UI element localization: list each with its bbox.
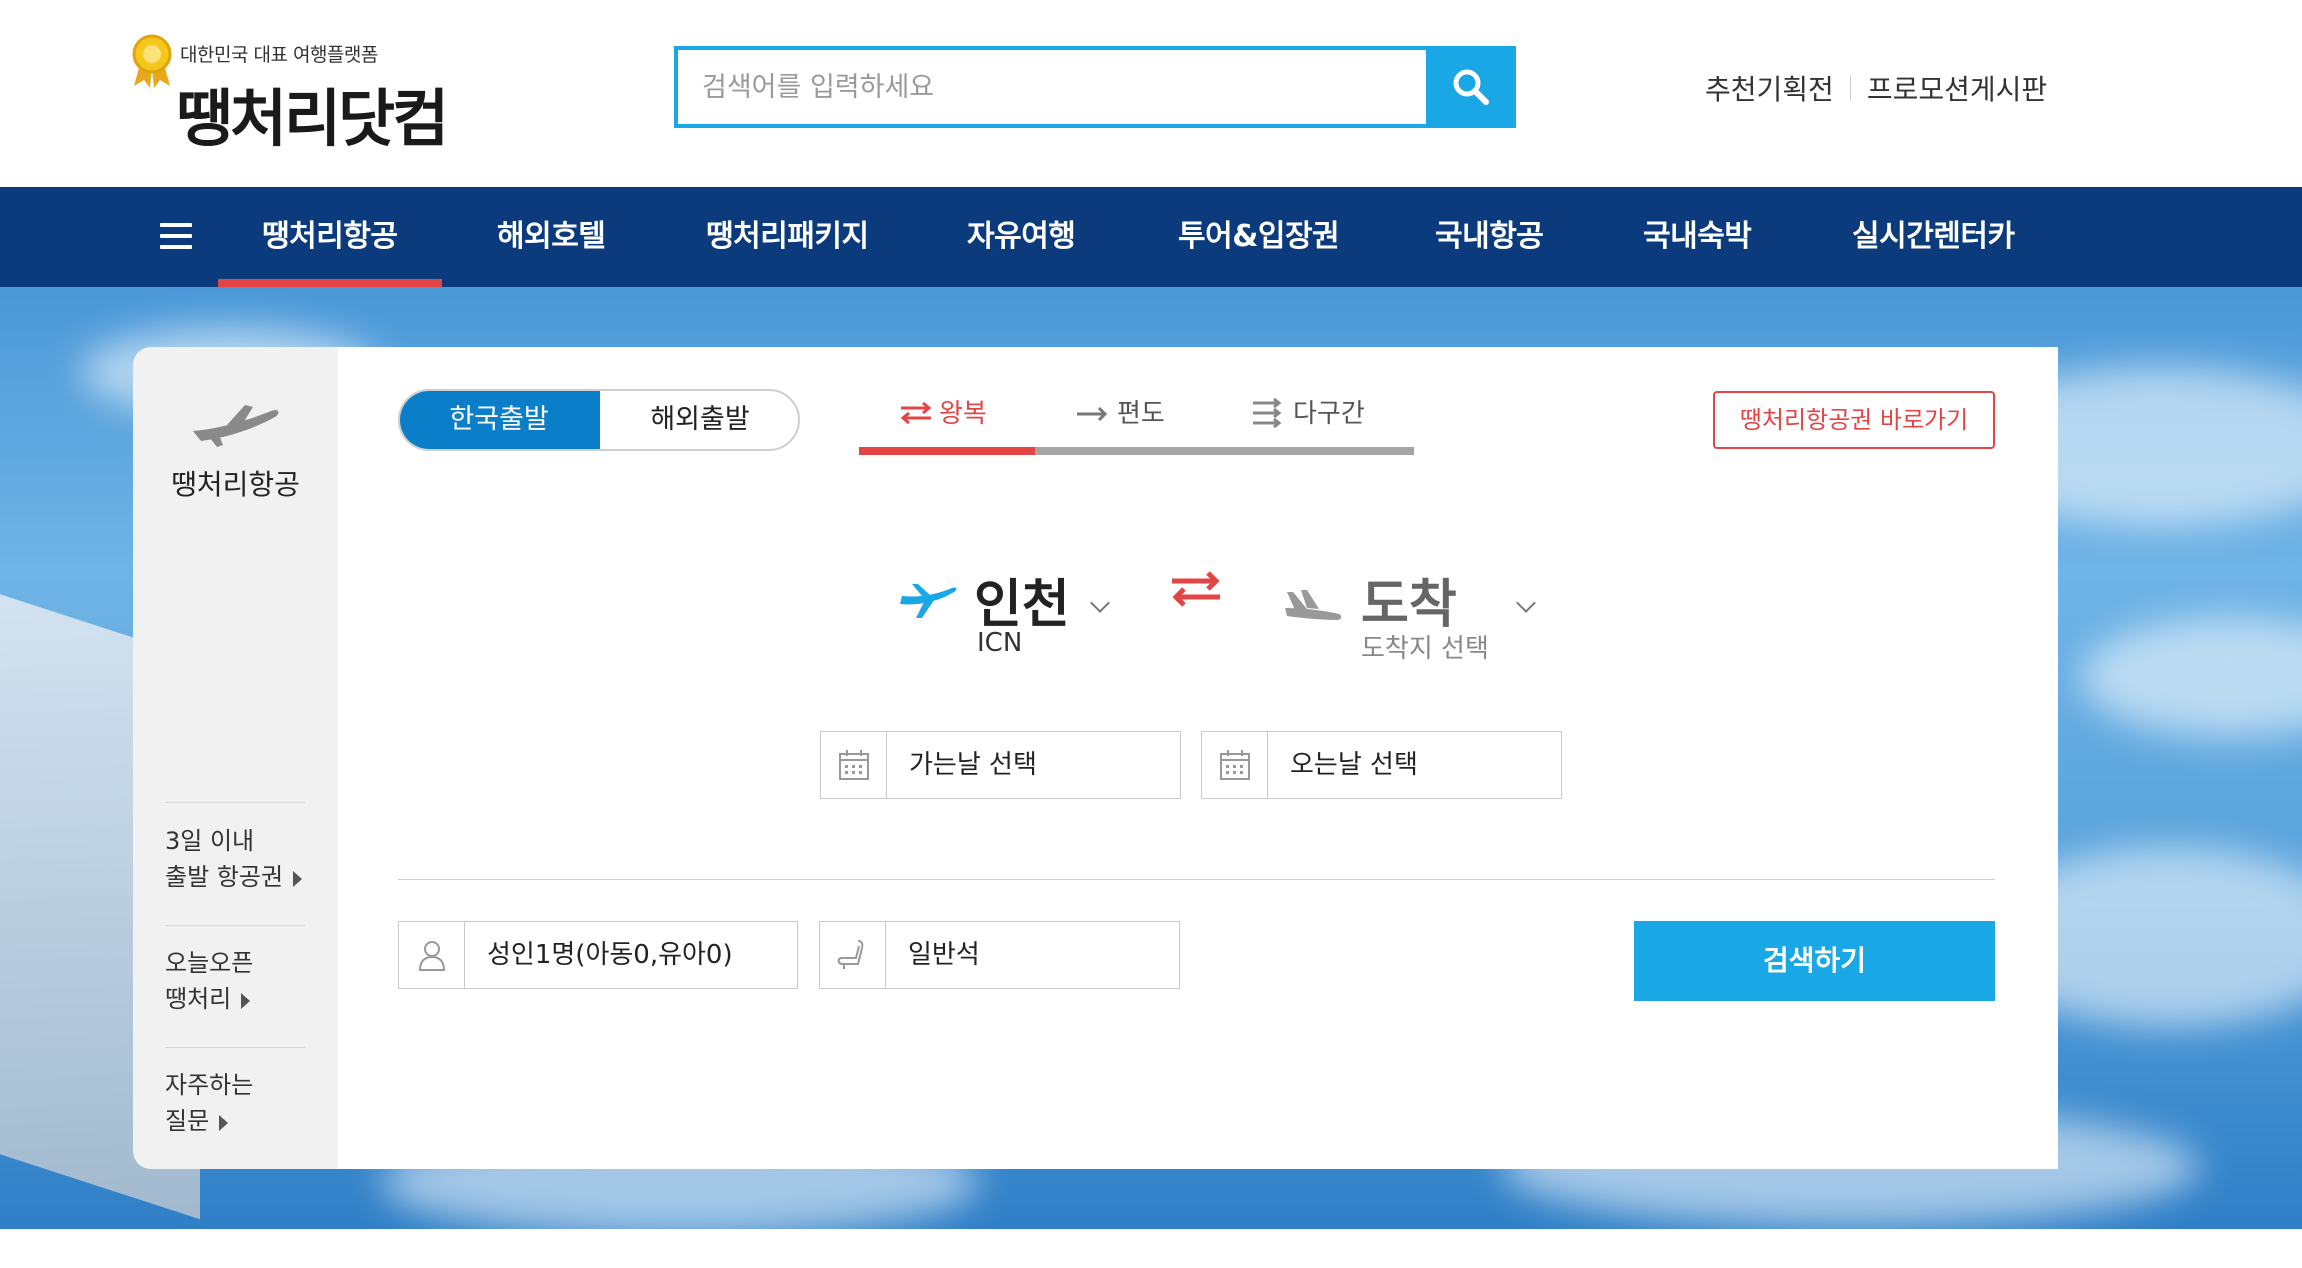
nav-item-domestic-stays[interactable]: 국내숙박 bbox=[1643, 187, 1752, 287]
tab-label: 다구간 bbox=[1293, 399, 1365, 429]
depart-date-field[interactable]: 가는날 선택 bbox=[820, 731, 1181, 799]
trip-type-tabs: 왕복 편도 다구간 bbox=[859, 389, 1414, 455]
tab-multi-city[interactable]: 다구간 bbox=[1251, 389, 1365, 439]
flight-search-card: 한국출발 해외출발 왕복 편도 다구간 땡처리항공권 바로가기 인천 ICN 도… bbox=[338, 347, 2058, 1169]
recommended-promotions-link[interactable]: 추천기획전 bbox=[1705, 68, 1834, 108]
side-link-label: 땡처리 bbox=[165, 985, 232, 1013]
arrival-hint: 도착지 선택 bbox=[1361, 634, 1489, 664]
chevron-down-icon bbox=[1090, 593, 1110, 613]
plane-icon bbox=[900, 584, 957, 618]
logo-brand: 땡처리닷컴 bbox=[176, 82, 449, 155]
side-link-faq[interactable]: 자주하는 질문 bbox=[165, 1067, 253, 1139]
form-divider bbox=[398, 879, 1995, 880]
departure-city: 인천 bbox=[974, 575, 1070, 635]
return-date-text: 오는날 선택 bbox=[1290, 750, 1418, 780]
util-divider bbox=[1849, 75, 1851, 101]
nav-item-domestic-flights[interactable]: 국내항공 bbox=[1435, 187, 1544, 287]
departure-selector[interactable]: 인천 ICN bbox=[898, 562, 1118, 672]
passenger-text: 성인1명(아동0,유아0) bbox=[487, 940, 733, 970]
side-divider bbox=[165, 925, 305, 926]
nav-item-free-travel[interactable]: 자유여행 bbox=[967, 187, 1076, 287]
origin-toggle: 한국출발 해외출발 bbox=[398, 389, 800, 451]
nav-item-tours[interactable]: 투어&입장권 bbox=[1178, 187, 1340, 287]
page-bottom bbox=[0, 1229, 2302, 1268]
plane-icon bbox=[1285, 590, 1342, 620]
util-links: 추천기획전 프로모션게시판 bbox=[1705, 68, 2047, 108]
main-nav: 땡처리항공 해외호텔 땡처리패키지 자유여행 투어&입장권 국내항공 국내숙박 … bbox=[0, 187, 2302, 287]
side-link-label: 오늘오픈 bbox=[165, 949, 254, 977]
menu-icon[interactable] bbox=[160, 223, 192, 249]
side-link-label: 3일 이내 bbox=[165, 827, 255, 855]
promotion-board-link[interactable]: 프로모션게시판 bbox=[1867, 68, 2047, 108]
seat-icon bbox=[820, 922, 886, 988]
swap-icon[interactable] bbox=[1168, 569, 1224, 609]
site-logo[interactable]: 대한민국 대표 여행플랫폼 땡처리닷컴 bbox=[130, 28, 460, 155]
side-link-label: 질문 bbox=[165, 1107, 210, 1135]
trip-tab-underline bbox=[859, 447, 1414, 455]
nav-item-flights[interactable]: 땡처리항공 bbox=[218, 187, 441, 287]
caret-right-icon bbox=[241, 993, 251, 1009]
flight-shortcut-button[interactable]: 땡처리항공권 바로가기 bbox=[1713, 391, 1995, 449]
cabin-class-text: 일반석 bbox=[908, 940, 980, 970]
departure-code: ICN bbox=[977, 628, 1023, 658]
tab-label: 왕복 bbox=[939, 399, 987, 429]
depart-date-text: 가는날 선택 bbox=[909, 750, 1037, 780]
side-link-3day-flights[interactable]: 3일 이내 출발 항공권 bbox=[165, 823, 303, 895]
passenger-field[interactable]: 성인1명(아동0,유아0) bbox=[398, 921, 798, 989]
nav-item-rental-car[interactable]: 실시간렌터카 bbox=[1852, 187, 2015, 287]
tab-one-way[interactable]: 편도 bbox=[1075, 389, 1165, 439]
multi-city-icon bbox=[1253, 397, 1282, 429]
toggle-overseas-departure[interactable]: 해외출발 bbox=[600, 391, 798, 449]
calendar-icon bbox=[821, 732, 887, 798]
arrow-right-icon bbox=[1077, 406, 1108, 422]
plane-icon bbox=[193, 405, 279, 447]
side-link-label: 자주하는 bbox=[165, 1071, 254, 1099]
search-flights-button[interactable]: 검색하기 bbox=[1634, 921, 1995, 1001]
arrival-selector[interactable]: 도착 도착지 선택 bbox=[1281, 562, 1541, 672]
medal-icon bbox=[132, 34, 172, 88]
search-bar bbox=[674, 46, 1516, 128]
swap-icon bbox=[900, 401, 932, 425]
toggle-korea-departure[interactable]: 한국출발 bbox=[400, 391, 600, 449]
side-divider bbox=[165, 1047, 305, 1048]
arrival-city: 도착 bbox=[1361, 575, 1457, 635]
logo-tagline: 대한민국 대표 여행플랫폼 bbox=[180, 44, 378, 66]
search-button[interactable] bbox=[1426, 46, 1516, 128]
cabin-class-field[interactable]: 일반석 bbox=[819, 921, 1180, 989]
caret-right-icon bbox=[219, 1115, 229, 1131]
return-date-field[interactable]: 오는날 선택 bbox=[1201, 731, 1562, 799]
caret-right-icon bbox=[293, 871, 303, 887]
trip-tab-active-indicator bbox=[859, 447, 1035, 455]
nav-item-packages[interactable]: 땡처리패키지 bbox=[706, 187, 869, 287]
side-link-label: 출발 항공권 bbox=[165, 863, 284, 891]
tab-round-trip[interactable]: 왕복 bbox=[899, 389, 987, 439]
tab-label: 편도 bbox=[1117, 399, 1165, 429]
side-divider bbox=[165, 802, 305, 803]
chevron-down-icon bbox=[1516, 593, 1536, 613]
nav-item-hotels[interactable]: 해외호텔 bbox=[497, 187, 606, 287]
person-icon bbox=[399, 922, 465, 988]
calendar-icon bbox=[1202, 732, 1268, 798]
side-link-today-open[interactable]: 오늘오픈 땡처리 bbox=[165, 945, 253, 1017]
search-icon bbox=[1453, 69, 1489, 105]
search-input[interactable] bbox=[678, 50, 1428, 124]
site-header: 대한민국 대표 여행플랫폼 땡처리닷컴 추천기획전 프로모션게시판 bbox=[0, 0, 2302, 187]
side-panel: 땡처리항공 3일 이내 출발 항공권 오늘오픈 땡처리 자주하는 질문 bbox=[133, 347, 338, 1169]
side-title: 땡처리항공 bbox=[171, 468, 300, 501]
